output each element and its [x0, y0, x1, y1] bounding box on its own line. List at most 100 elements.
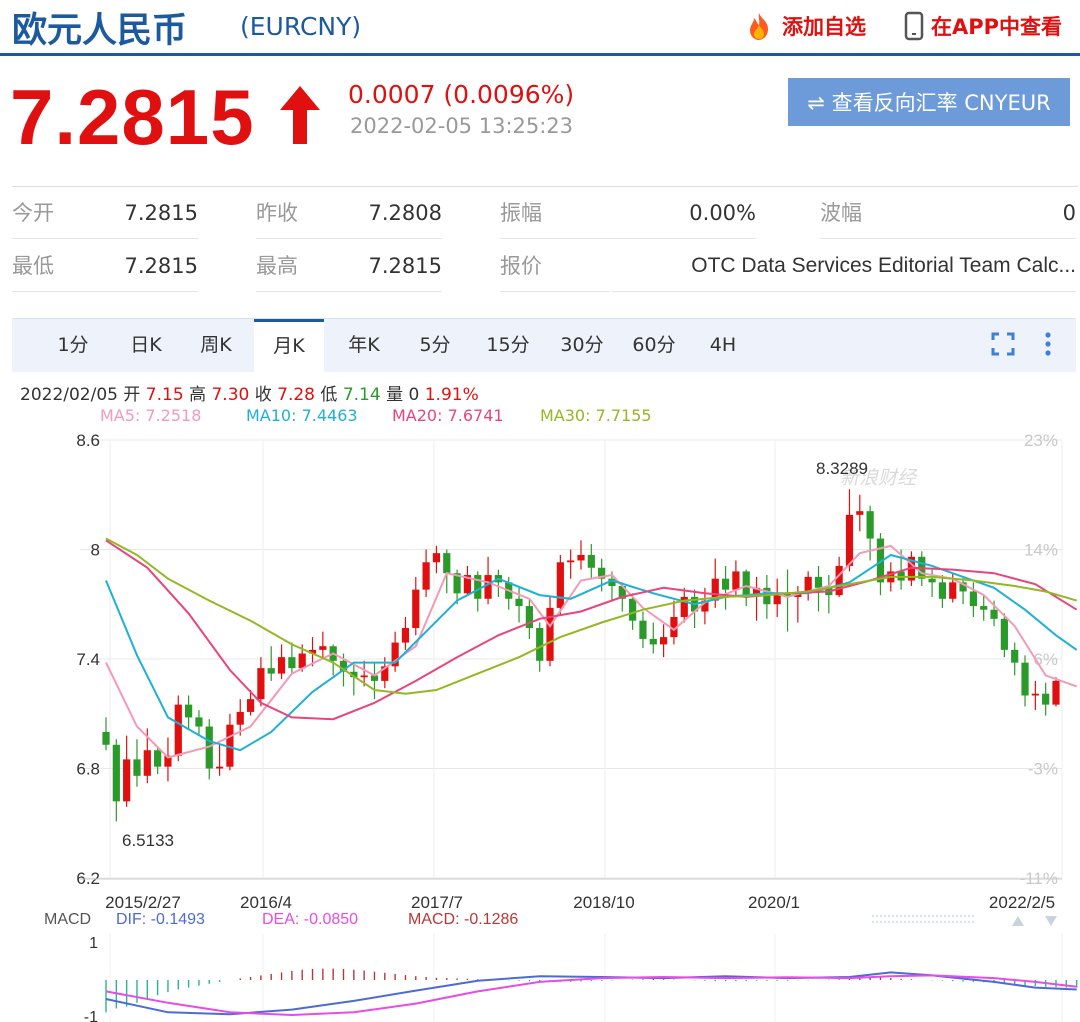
- scroll-dot: [956, 921, 958, 923]
- quote-source-label: 报价: [500, 240, 610, 292]
- candle-body: [577, 554, 585, 561]
- page-header: 欧元人民币 (EURCNY) 添加自选 在APP中查看: [0, 0, 1080, 56]
- scroll-dot: [952, 921, 954, 923]
- scroll-dot: [952, 915, 954, 917]
- ma5-legend: MA5: 7.2518: [100, 406, 202, 425]
- candle-body: [484, 575, 492, 599]
- tab-1min[interactable]: 1分: [48, 319, 98, 372]
- dif-legend: DIF: -0.1493: [116, 911, 205, 928]
- high-label: 最高: [256, 240, 366, 292]
- quote-time: 2022-02-05 13:25:23: [350, 114, 574, 138]
- candle-body: [143, 750, 151, 776]
- quote-row: 最低 7.2815 最高 7.2815 报价 OTC Data Services…: [12, 240, 1078, 293]
- volatility-value: 0: [930, 187, 1076, 239]
- macd-y-tick: 1: [89, 935, 98, 952]
- candle-body: [432, 553, 441, 563]
- scroll-dot: [912, 921, 914, 923]
- candle-body: [556, 562, 564, 608]
- amplitude-label: 振幅: [500, 187, 610, 239]
- scroll-dot: [924, 921, 926, 923]
- pct-tick-label: 14%: [1024, 541, 1058, 560]
- quote-source-value: OTC Data Services Editorial Team Calc...: [612, 240, 1076, 292]
- scroll-dot: [936, 915, 938, 917]
- candle-body: [980, 606, 988, 610]
- info-vol-label: 量: [386, 385, 404, 405]
- dea-line: [105, 974, 1077, 1017]
- view-in-app-button[interactable]: 在APP中查看: [903, 10, 1062, 42]
- info-high: 7.30: [211, 385, 250, 405]
- prev-close-value: 7.2808: [366, 187, 442, 239]
- pct-tick-label: -3%: [1028, 760, 1058, 779]
- candle-body: [154, 750, 162, 767]
- candle-body: [319, 646, 327, 650]
- scroll-dot: [920, 915, 922, 917]
- volatility-label: 波幅: [820, 187, 930, 239]
- tab-4h[interactable]: 4H: [700, 319, 746, 372]
- pct-tick-label: 6%: [1033, 650, 1058, 669]
- candle-body: [298, 653, 306, 669]
- candle-body: [835, 565, 843, 596]
- ma10-legend: MA10: 7.4463: [246, 406, 358, 425]
- tab-weekly-k[interactable]: 周K: [186, 319, 246, 372]
- scroll-dot: [960, 921, 962, 923]
- open-label: 今开: [12, 187, 122, 239]
- tab-monthly-k[interactable]: 月K: [254, 319, 324, 372]
- info-pct: 1.91%: [424, 385, 479, 405]
- info-high-label: 高: [189, 385, 207, 405]
- candle-body: [401, 627, 410, 643]
- tab-15min[interactable]: 15分: [478, 319, 538, 372]
- tab-30min[interactable]: 30分: [552, 319, 612, 372]
- scroll-dot: [896, 921, 898, 923]
- tab-5min[interactable]: 5分: [410, 319, 460, 372]
- candle-body: [102, 732, 110, 745]
- candle-body: [1011, 649, 1019, 663]
- scroll-dot: [920, 921, 922, 923]
- min-annotation: 6.5133: [122, 831, 174, 850]
- tab-yearly-k[interactable]: 年K: [336, 319, 392, 372]
- candle-body: [123, 759, 131, 802]
- ma20-legend: MA20: 7.6741: [392, 406, 504, 425]
- max-annotation: 8.3289: [816, 459, 868, 478]
- candle-body: [267, 668, 275, 674]
- x-tick-label: 2018/10: [573, 893, 634, 912]
- candle-body: [112, 744, 120, 802]
- scroll-dot: [964, 915, 966, 917]
- candle-body: [133, 759, 141, 776]
- scroll-dot: [876, 921, 878, 923]
- candle-body: [567, 560, 575, 563]
- candle-body: [856, 511, 864, 515]
- y-tick-label: 6.8: [76, 760, 100, 779]
- add-watchlist-button[interactable]: 添加自选: [742, 10, 866, 42]
- more-options-icon[interactable]: [1042, 331, 1054, 357]
- info-vol: 0: [408, 385, 420, 405]
- tab-60min[interactable]: 60分: [624, 319, 684, 372]
- prev-close-label: 昨收: [256, 187, 366, 239]
- info-low: 7.14: [342, 385, 381, 405]
- ma30-legend: MA30: 7.7155: [540, 406, 652, 425]
- scroll-dot: [948, 921, 950, 923]
- tab-daily-k[interactable]: 日K: [118, 319, 174, 372]
- candle-body: [649, 638, 657, 645]
- scroll-dot: [888, 915, 890, 917]
- fullscreen-icon[interactable]: [990, 331, 1016, 357]
- up-arrow-icon: [280, 86, 320, 144]
- open-value: 7.2815: [122, 187, 198, 239]
- reverse-rate-button[interactable]: ⇌ 查看反向汇率 CNYEUR: [788, 78, 1070, 126]
- y-tick-label: 8.6: [76, 431, 100, 450]
- candle-body: [1000, 618, 1008, 650]
- low-value: 7.2815: [122, 240, 198, 292]
- candle-body: [412, 589, 420, 628]
- y-tick-label: 8: [91, 541, 100, 560]
- candle-body: [866, 511, 874, 539]
- x-tick-label: 2020/1: [748, 893, 800, 912]
- quote-row: 今开 7.2815 昨收 7.2808 振幅 0.00% 波幅 0: [12, 187, 1078, 240]
- scroll-dot: [908, 915, 910, 917]
- scroll-dot: [936, 921, 938, 923]
- candle-body: [215, 766, 224, 769]
- scroll-down-icon: [1045, 916, 1057, 926]
- macd-y-tick: -1: [84, 1009, 98, 1022]
- scroll-dot: [908, 921, 910, 923]
- info-close: 7.28: [277, 385, 315, 405]
- kline-chart[interactable]: 8.6 23%8 14%7.4 6%6.8 -3%6.2 -11%新浪财经8.32896.…: [0, 428, 1080, 1022]
- candle-body: [257, 668, 265, 700]
